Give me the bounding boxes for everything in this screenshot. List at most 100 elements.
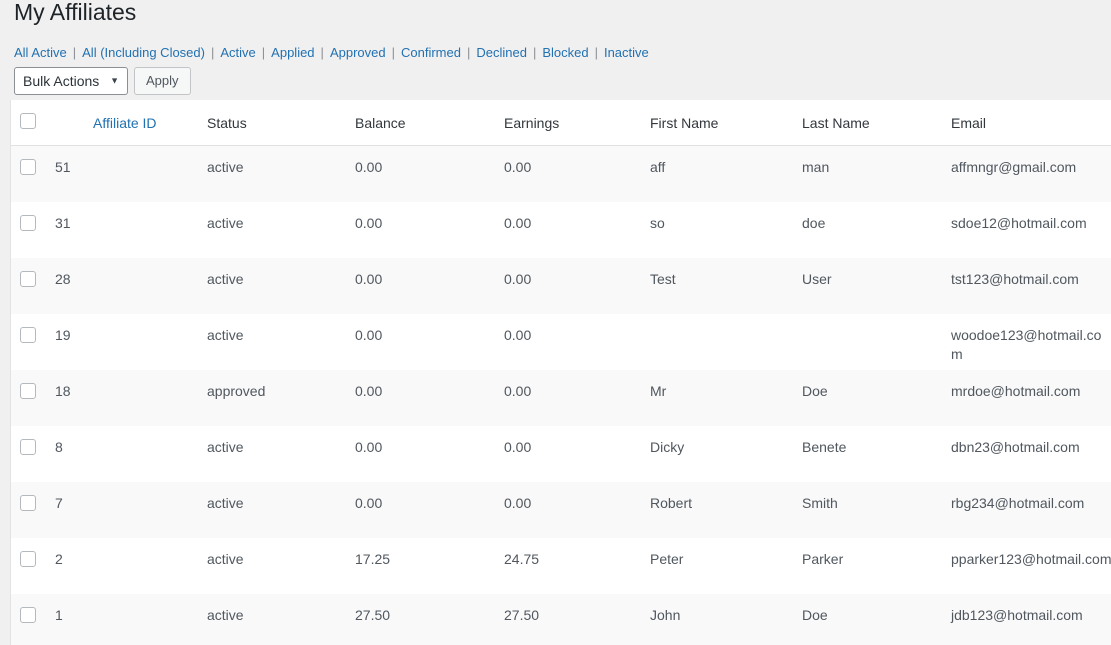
cell-last-name-text: User [796, 258, 943, 295]
column-header-email-label: Email [943, 115, 1111, 131]
column-header-status-label: Status [201, 115, 348, 131]
cell-balance: 0.00 [348, 202, 496, 258]
column-header-first-name[interactable]: First Name [646, 100, 796, 146]
cell-earnings: 0.00 [496, 370, 646, 426]
cell-email: affmngr@gmail.com [943, 146, 1111, 202]
column-header-balance[interactable]: Balance [348, 100, 496, 146]
cell-first-name: aff [646, 146, 796, 202]
row-checkbox[interactable] [20, 495, 36, 511]
row-select-cell[interactable] [11, 426, 51, 482]
cell-last-name: Benete [796, 426, 943, 482]
row-checkbox[interactable] [20, 551, 36, 567]
cell-status: active [201, 538, 348, 594]
row-select-cell[interactable] [11, 258, 51, 314]
row-checkbox[interactable] [20, 439, 36, 455]
cell-last-name: Smith [796, 482, 943, 538]
cell-first-name-text: John [646, 594, 796, 631]
cell-id-text: 18 [51, 370, 201, 407]
affiliates-table-container: Affiliate ID Status Balance Earnings Fir… [10, 100, 1111, 645]
column-header-earnings-label: Earnings [496, 115, 646, 131]
filter-link-inactive[interactable]: Inactive [604, 45, 649, 60]
page-title: My Affiliates [0, 0, 136, 27]
row-select-cell[interactable] [11, 594, 51, 645]
filter-link-blocked[interactable]: Blocked [542, 45, 588, 60]
column-header-earnings[interactable]: Earnings [496, 100, 646, 146]
cell-balance-text: 17.25 [348, 538, 496, 575]
filter-link-all-including-closed[interactable]: All (Including Closed) [82, 45, 205, 60]
row-select-cell[interactable] [11, 314, 51, 370]
cell-id-text: 28 [51, 258, 201, 295]
cell-id: 31 [51, 202, 201, 258]
filter-link-all-active[interactable]: All Active [14, 45, 67, 60]
cell-balance-text: 27.50 [348, 594, 496, 631]
filter-link-confirmed[interactable]: Confirmed [401, 45, 461, 60]
cell-status: approved [201, 370, 348, 426]
table-row: 51active0.000.00affmanaffmngr@gmail.com [11, 146, 1111, 202]
cell-balance-text: 0.00 [348, 482, 496, 519]
cell-status: active [201, 314, 348, 370]
filter-separator: | [67, 45, 82, 60]
row-checkbox[interactable] [20, 327, 36, 343]
cell-id-text: 31 [51, 202, 201, 239]
filter-separator: | [386, 45, 401, 60]
row-checkbox[interactable] [20, 159, 36, 175]
cell-status-text: approved [201, 370, 348, 407]
column-header-last-name[interactable]: Last Name [796, 100, 943, 146]
cell-email-text: mrdoe@hotmail.com [943, 370, 1111, 407]
filter-separator: | [461, 45, 476, 60]
column-header-affiliate-id[interactable]: Affiliate ID [51, 100, 201, 146]
filter-separator: | [205, 45, 220, 60]
row-checkbox[interactable] [20, 383, 36, 399]
cell-first-name-text: Mr [646, 370, 796, 407]
row-select-cell[interactable] [11, 146, 51, 202]
row-select-cell[interactable] [11, 482, 51, 538]
cell-balance: 0.00 [348, 146, 496, 202]
cell-id: 51 [51, 146, 201, 202]
row-checkbox[interactable] [20, 271, 36, 287]
row-select-cell[interactable] [11, 370, 51, 426]
cell-id: 28 [51, 258, 201, 314]
cell-status: active [201, 258, 348, 314]
column-header-status[interactable]: Status [201, 100, 348, 146]
cell-earnings-text: 0.00 [496, 426, 646, 463]
cell-first-name-text: Test [646, 258, 796, 295]
cell-earnings-text: 0.00 [496, 482, 646, 519]
cell-first-name-text [646, 314, 796, 332]
cell-email: rbg234@hotmail.com [943, 482, 1111, 538]
row-select-cell[interactable] [11, 538, 51, 594]
cell-email-text: jdb123@hotmail.com [943, 594, 1111, 631]
cell-last-name-text [796, 314, 943, 332]
cell-id: 18 [51, 370, 201, 426]
filter-link-declined[interactable]: Declined [476, 45, 527, 60]
filter-link-applied[interactable]: Applied [271, 45, 314, 60]
cell-status-text: active [201, 202, 348, 239]
cell-status-text: active [201, 594, 348, 631]
filter-link-approved[interactable]: Approved [330, 45, 386, 60]
row-checkbox[interactable] [20, 607, 36, 623]
column-header-select-all[interactable] [11, 100, 51, 146]
select-all-checkbox[interactable] [20, 113, 36, 129]
cell-first-name: so [646, 202, 796, 258]
cell-email: jdb123@hotmail.com [943, 594, 1111, 645]
cell-id-text: 51 [51, 146, 201, 183]
cell-email-text: tst123@hotmail.com [943, 258, 1111, 295]
apply-button[interactable]: Apply [134, 67, 191, 95]
cell-balance-text: 0.00 [348, 258, 496, 295]
cell-earnings: 24.75 [496, 538, 646, 594]
cell-first-name-text: Dicky [646, 426, 796, 463]
column-header-email[interactable]: Email [943, 100, 1111, 146]
cell-earnings: 0.00 [496, 482, 646, 538]
table-header-row: Affiliate ID Status Balance Earnings Fir… [11, 100, 1111, 146]
filter-separator: | [256, 45, 271, 60]
filter-link-active[interactable]: Active [220, 45, 255, 60]
cell-email: mrdoe@hotmail.com [943, 370, 1111, 426]
row-checkbox[interactable] [20, 215, 36, 231]
cell-status: active [201, 146, 348, 202]
table-row: 1active27.5027.50JohnDoejdb123@hotmail.c… [11, 594, 1111, 645]
status-filter-links: All Active|All (Including Closed)|Active… [14, 43, 649, 63]
cell-last-name: Parker [796, 538, 943, 594]
row-select-cell[interactable] [11, 202, 51, 258]
bulk-actions-select[interactable]: Bulk Actions [14, 67, 128, 95]
affiliates-table: Affiliate ID Status Balance Earnings Fir… [11, 100, 1111, 645]
cell-status-text: active [201, 146, 348, 183]
